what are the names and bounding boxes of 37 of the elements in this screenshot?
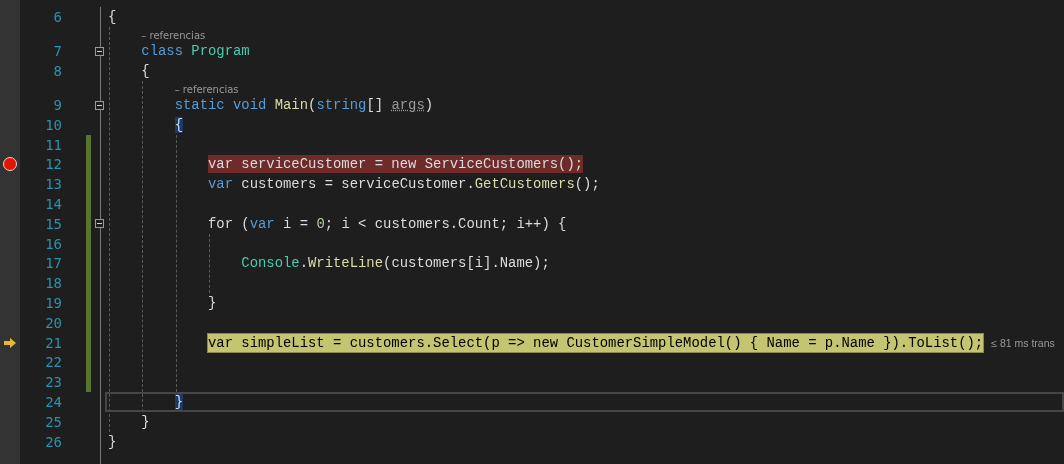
line-number: 13	[44, 176, 62, 193]
line-number: 20	[44, 314, 62, 331]
line-number: 15	[44, 215, 62, 232]
code-line: Console.WriteLine(customers[i].Name);	[241, 254, 550, 273]
code-line: }	[208, 294, 217, 313]
references-codelens[interactable]: – referencias	[141, 30, 206, 42]
line-number: 18	[44, 275, 62, 292]
code-line: }	[141, 412, 150, 431]
code-line: {	[141, 61, 150, 80]
line-number: 21	[44, 334, 62, 351]
code-line: }	[108, 432, 117, 451]
line-number: 11	[44, 136, 62, 153]
code-line: {	[108, 7, 117, 26]
line-number: 8	[52, 62, 62, 79]
line-number: 14	[44, 196, 62, 213]
code-line: class Program	[141, 42, 250, 61]
line-number: 23	[44, 374, 62, 391]
line-number: 12	[44, 156, 62, 173]
line-number: 16	[44, 235, 62, 252]
line-number: 26	[44, 433, 62, 450]
line-number: 25	[44, 413, 62, 430]
line-number: 24	[44, 394, 62, 410]
line-number: 22	[44, 354, 62, 371]
line-number: 10	[44, 116, 62, 133]
code-line: for (var i = 0; i < customers.Count; i++) {	[208, 214, 567, 233]
line-number: 7	[52, 43, 62, 60]
line-number: 9	[52, 97, 62, 114]
line-number: 19	[44, 295, 62, 312]
collapse-icon[interactable]	[95, 46, 104, 56]
line-number: 6	[52, 8, 62, 25]
code-line: static void Main(string[] args)	[174, 96, 434, 115]
perf-tip: ≤ 81 ms trans	[991, 336, 1055, 349]
references-codelens[interactable]: – referencias	[174, 84, 239, 96]
code-line: var customers = serviceCustomer.GetCustomers();	[208, 175, 600, 194]
line-number: 17	[44, 255, 62, 272]
collapse-icon[interactable]	[95, 100, 104, 110]
collapse-icon[interactable]	[95, 219, 104, 229]
